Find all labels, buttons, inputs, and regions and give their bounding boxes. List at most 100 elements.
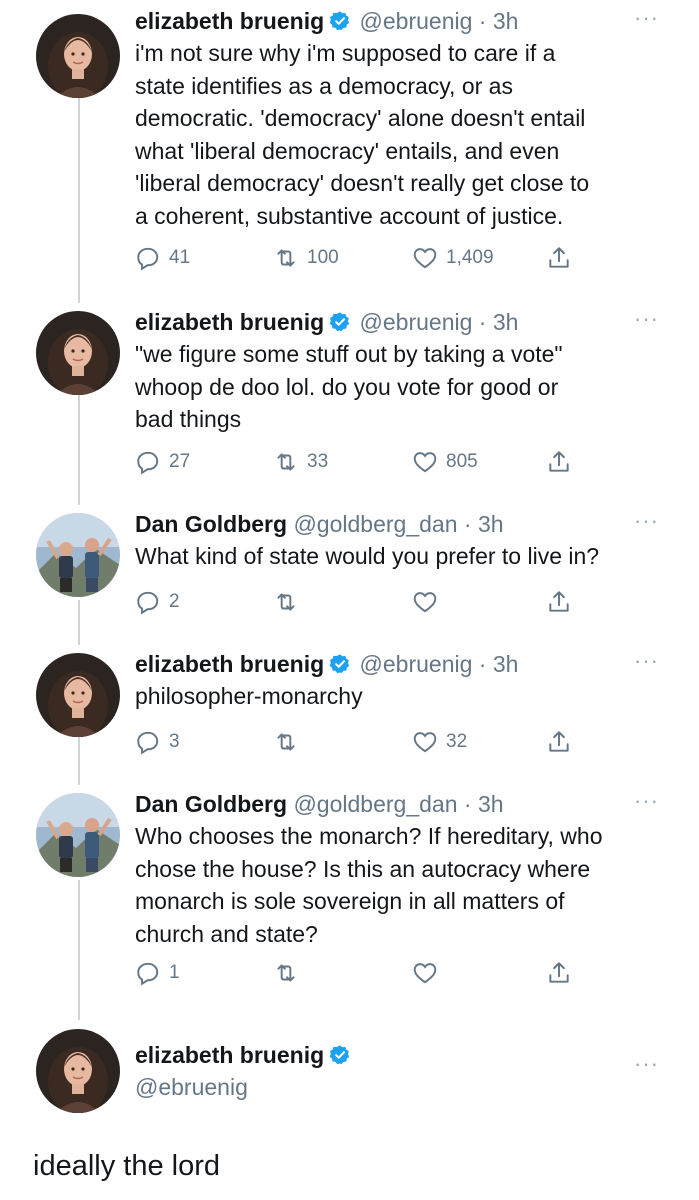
reply-count: 27 (169, 451, 191, 472)
avatar[interactable] (36, 513, 120, 597)
avatar[interactable] (36, 1029, 120, 1113)
like-count: 805 (446, 451, 478, 472)
like-button[interactable] (412, 587, 446, 617)
user-handle[interactable]: @ebruenig (360, 651, 473, 677)
tweet-header: elizabeth bruenig @ebruenig · 3h (135, 306, 669, 338)
avatar[interactable] (36, 793, 120, 877)
reply-count: 41 (169, 247, 191, 268)
share-icon (546, 589, 572, 615)
user-handle[interactable]: @ebruenig (360, 8, 473, 34)
share-button[interactable] (546, 958, 580, 988)
tweet-header: Dan Goldberg @goldberg_dan · 3h (135, 508, 669, 540)
reply-icon (135, 960, 161, 986)
more-options-icon[interactable]: ··· (634, 510, 659, 532)
thread-line (78, 95, 80, 303)
like-count: 1,409 (446, 247, 494, 268)
tweet-header: elizabeth bruenig (135, 1039, 669, 1071)
avatar[interactable] (36, 653, 120, 737)
tweet-text: "we figure some stuff out by taking a vo… (135, 341, 563, 432)
verified-badge-icon (329, 653, 351, 675)
tweet-header: elizabeth bruenig @ebruenig · 3h (135, 648, 669, 680)
retweet-icon (273, 589, 299, 615)
user-handle[interactable]: @goldberg_dan (293, 791, 457, 817)
more-options-icon[interactable]: ··· (634, 308, 659, 330)
display-name[interactable]: elizabeth bruenig (135, 8, 324, 34)
tweet-actions: 3 32 (135, 727, 595, 757)
retweet-button[interactable] (273, 958, 307, 988)
tweet-text: Who chooses the monarch? If hereditary, … (135, 823, 603, 947)
share-icon (546, 960, 572, 986)
tweet-header: Dan Goldberg @goldberg_dan · 3h (135, 788, 669, 820)
more-options-icon[interactable]: ··· (634, 7, 659, 29)
reply-button[interactable]: 2 (135, 587, 180, 617)
user-handle[interactable]: @ebruenig (135, 1071, 669, 1103)
tweet-text: What kind of state would you prefer to l… (135, 543, 600, 569)
share-icon (546, 449, 572, 475)
thread-line (78, 735, 80, 785)
separator-dot: · (478, 651, 487, 677)
retweet-button[interactable]: 100 (273, 243, 339, 273)
share-icon (546, 245, 572, 271)
timestamp[interactable]: 3h (493, 309, 519, 335)
share-button[interactable] (546, 727, 580, 757)
verified-badge-icon (329, 311, 351, 333)
display-name[interactable]: Dan Goldberg (135, 511, 287, 537)
share-button[interactable] (546, 447, 580, 477)
display-name[interactable]: elizabeth bruenig (135, 1042, 324, 1068)
timestamp[interactable]: 3h (478, 791, 504, 817)
like-icon (412, 729, 438, 755)
tweet-actions: 1 (135, 958, 595, 988)
retweet-button[interactable]: 33 (273, 447, 328, 477)
like-button[interactable]: 32 (412, 727, 467, 757)
like-icon (412, 245, 438, 271)
timestamp[interactable]: 3h (493, 8, 519, 34)
tweet-actions: 27 33 805 (135, 447, 595, 477)
reply-icon (135, 449, 161, 475)
more-options-icon[interactable]: ··· (634, 1053, 659, 1075)
retweet-button[interactable] (273, 587, 307, 617)
reply-button[interactable]: 1 (135, 958, 180, 988)
tweet-text: philosopher-monarchy (135, 683, 363, 709)
retweet-icon (273, 245, 299, 271)
user-handle[interactable]: @goldberg_dan (293, 511, 457, 537)
reply-count: 1 (169, 962, 180, 983)
timestamp[interactable]: 3h (493, 651, 519, 677)
separator-dot: · (478, 309, 487, 335)
verified-badge-icon (329, 1044, 351, 1066)
display-name[interactable]: elizabeth bruenig (135, 309, 324, 335)
like-count: 32 (446, 731, 468, 752)
reply-count: 2 (169, 591, 180, 612)
like-button[interactable]: 1,409 (412, 243, 494, 273)
like-button[interactable]: 805 (412, 447, 478, 477)
separator-dot: · (478, 8, 487, 34)
reply-icon (135, 729, 161, 755)
share-button[interactable] (546, 587, 580, 617)
thread-line (78, 395, 80, 505)
retweet-count: 33 (307, 451, 329, 472)
share-button[interactable] (546, 243, 580, 273)
like-button[interactable] (412, 958, 446, 988)
share-icon (546, 729, 572, 755)
display-name[interactable]: Dan Goldberg (135, 791, 287, 817)
retweet-button[interactable] (273, 727, 307, 757)
avatar[interactable] (36, 14, 120, 98)
reply-button[interactable]: 3 (135, 727, 180, 757)
more-options-icon[interactable]: ··· (634, 650, 659, 672)
user-handle[interactable]: @ebruenig (360, 309, 473, 335)
avatar[interactable] (36, 311, 120, 395)
thread-line (78, 600, 80, 645)
tweet-text: i'm not sure why i'm supposed to care if… (135, 40, 590, 229)
like-icon (412, 449, 438, 475)
retweet-icon (273, 449, 299, 475)
retweet-icon (273, 729, 299, 755)
reply-button[interactable]: 27 (135, 447, 190, 477)
separator-dot: · (463, 791, 472, 817)
timestamp[interactable]: 3h (478, 511, 504, 537)
reply-button[interactable]: 41 (135, 243, 190, 273)
more-options-icon[interactable]: ··· (634, 790, 659, 812)
retweet-count: 100 (307, 247, 339, 268)
thread-line (78, 880, 80, 1020)
reply-icon (135, 589, 161, 615)
retweet-icon (273, 960, 299, 986)
display-name[interactable]: elizabeth bruenig (135, 651, 324, 677)
